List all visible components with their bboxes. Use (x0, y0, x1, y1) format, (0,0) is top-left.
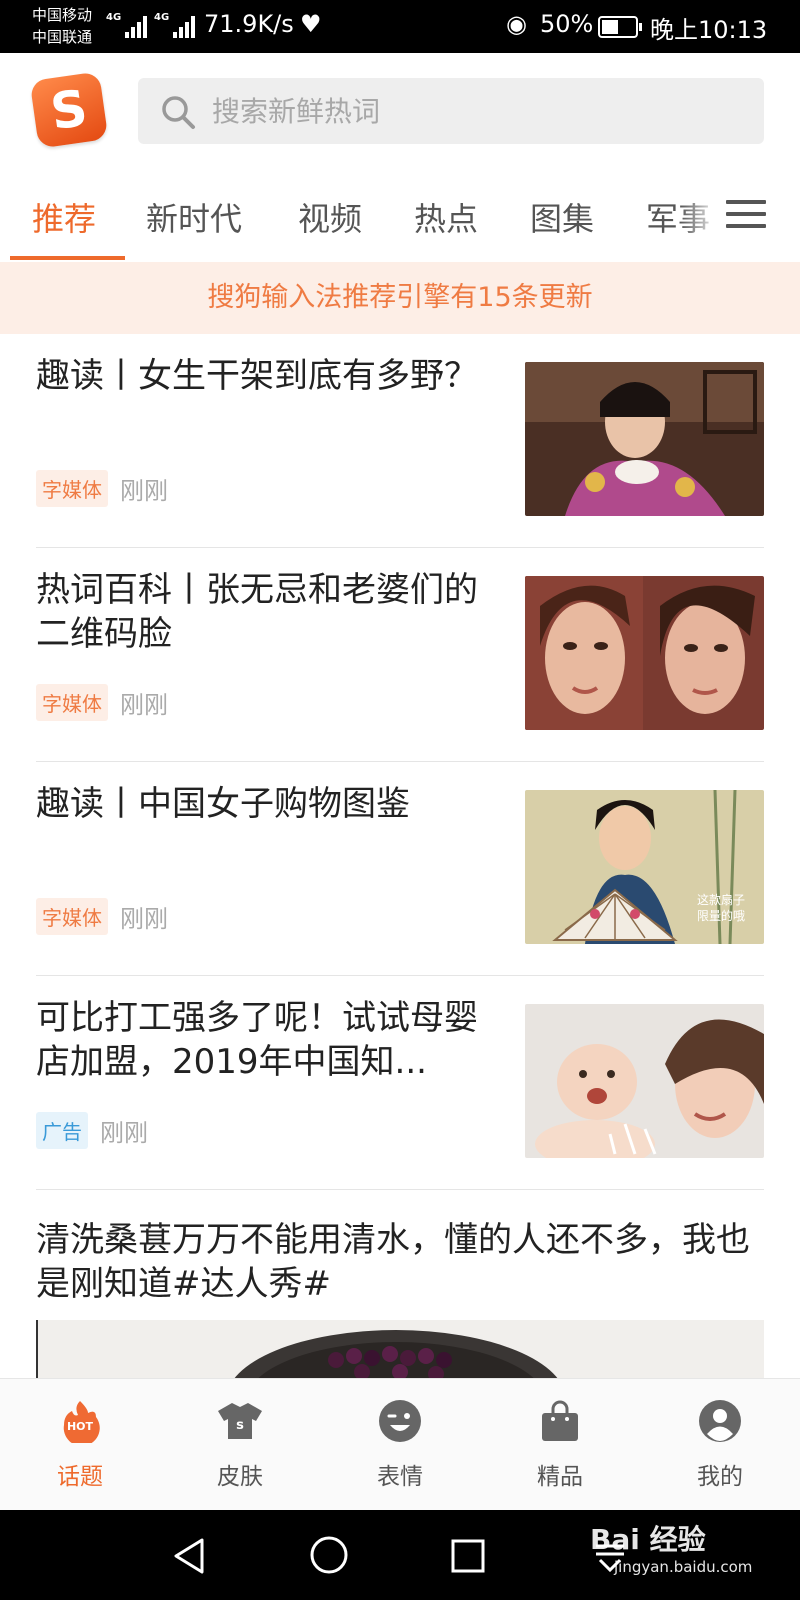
battery-percent: 50% (540, 10, 594, 38)
carrier-1: 中国移动 (32, 6, 93, 24)
tab-active-indicator (10, 256, 125, 260)
eye-icon: ◉ (506, 10, 527, 38)
feed-time: 刚刚 (120, 477, 168, 505)
nav-topics[interactable]: HOT 话题 (0, 1379, 160, 1511)
network-type-1: 4G (106, 12, 122, 23)
nav-label: 精品 (537, 1464, 583, 1490)
nav-label: 话题 (57, 1464, 103, 1490)
feed-item-large[interactable]: 清洗桑葚万万不能用清水，懂的人还不多，我也是刚知道#达人秀# (0, 1190, 800, 1390)
thumbnail-two-faces[interactable] (525, 576, 764, 730)
thumbnail-vintage-fan-poster[interactable]: 这款扇子 限量的哦 (525, 790, 764, 944)
tab-new-era[interactable]: 新时代 (146, 194, 242, 240)
carrier-labels: 中国移动 中国联通 (32, 4, 92, 48)
menu-icon[interactable] (726, 200, 766, 234)
hot-icon: HOT (63, 1401, 100, 1443)
ad-badge: 广告 (36, 1112, 88, 1149)
nav-mine[interactable]: 我的 (640, 1379, 800, 1511)
update-banner[interactable]: 搜狗输入法推荐引擎有15条更新 (0, 262, 800, 334)
nav-label: 皮肤 (217, 1464, 263, 1490)
signal-1-icon: 4G (106, 12, 148, 38)
source-badge: 字媒体 (36, 470, 108, 507)
feed-meta: 广告 刚刚 (36, 1112, 148, 1149)
bottom-navigation: HOT 话题 s 皮肤 表情 精品 我的 (0, 1378, 800, 1510)
network-type-2: 4G (154, 12, 170, 23)
nav-emoji[interactable]: 表情 (320, 1379, 480, 1511)
back-icon[interactable] (170, 1536, 210, 1576)
feed-item[interactable]: 热词百科丨张无忌和老婆们的二维码脸 字媒体 刚刚 (0, 548, 800, 762)
svg-text:s: s (236, 1418, 244, 1433)
nav-premium[interactable]: 精品 (480, 1379, 640, 1511)
tab-recommend[interactable]: 推荐 (32, 194, 96, 240)
home-icon[interactable] (308, 1534, 350, 1576)
nav-label: 我的 (697, 1464, 743, 1490)
feed-title[interactable]: 趣读丨中国女子购物图鉴 (36, 782, 496, 826)
fan-caption-1: 这款扇子 (697, 892, 745, 907)
feed-time: 刚刚 (120, 691, 168, 719)
feed-time: 刚刚 (100, 1119, 148, 1147)
fan-caption-2: 限量的哦 (697, 908, 745, 923)
feed-title[interactable]: 热词百科丨张无忌和老婆们的二维码脸 (36, 568, 496, 656)
nav-label: 表情 (377, 1464, 423, 1490)
feed-title[interactable]: 可比打工强多了呢！试试母婴店加盟，2019年中国知... (36, 996, 496, 1084)
feed-item[interactable]: 趣读丨女生干架到底有多野？ 字媒体 刚刚 (0, 334, 800, 548)
feed-item-ad[interactable]: 可比打工强多了呢！试试母婴店加盟，2019年中国知... 广告 刚刚 (0, 976, 800, 1190)
feed-time: 刚刚 (120, 905, 168, 933)
baidu-watermark: Bai 经验 (590, 1523, 706, 1556)
clock: 晚上10:13 (650, 16, 768, 44)
feed-meta: 字媒体 刚刚 (36, 898, 168, 935)
category-tabs: 推荐 新时代 视频 热点 图集 军事 (0, 180, 800, 262)
sogou-logo[interactable]: S (29, 71, 109, 149)
source-badge: 字媒体 (36, 684, 108, 721)
signal-2-icon: 4G (154, 12, 196, 38)
emoji-icon (379, 1400, 421, 1442)
feed-meta: 字媒体 刚刚 (36, 684, 168, 721)
tab-hot[interactable]: 热点 (414, 194, 478, 240)
system-navigation-bar: Bai 经验 jingyan.baidu.com (0, 1510, 800, 1600)
search-icon (162, 96, 195, 129)
nav-skin[interactable]: s 皮肤 (160, 1379, 320, 1511)
battery-icon (598, 16, 642, 38)
source-badge: 字媒体 (36, 898, 108, 935)
tab-video[interactable]: 视频 (298, 194, 362, 240)
tab-fade (680, 180, 720, 250)
feed-item[interactable]: 趣读丨中国女子购物图鉴 字媒体 刚刚 这款扇子 限量的哦 (0, 762, 800, 976)
bag-icon (542, 1400, 578, 1441)
net-speed: 71.9K/s (204, 10, 294, 38)
status-bar: 中国移动 中国联通 4G 4G 71.9K/s ♥ ◉ 50% 晚上10:13 (0, 0, 800, 53)
baidu-watermark-url: jingyan.baidu.com (614, 1558, 753, 1576)
feed-title[interactable]: 趣读丨女生干架到底有多野？ (36, 354, 496, 398)
thumbnail-woman-portrait[interactable] (525, 362, 764, 516)
carrier-2: 中国联通 (32, 28, 93, 46)
feed-title[interactable]: 清洗桑葚万万不能用清水，懂的人还不多，我也是刚知道#达人秀# (36, 1218, 764, 1306)
heart-icon: ♥ (300, 10, 322, 38)
search-bar[interactable] (138, 78, 764, 144)
user-icon (699, 1400, 741, 1442)
search-input[interactable] (212, 78, 742, 144)
thumbnail-mother-baby[interactable] (525, 1004, 764, 1158)
recents-icon[interactable] (450, 1538, 486, 1574)
tab-gallery[interactable]: 图集 (530, 194, 594, 240)
shirt-icon: s (218, 1403, 262, 1439)
hot-icon-label: HOT (67, 1420, 94, 1433)
feed-meta: 字媒体 刚刚 (36, 470, 168, 507)
